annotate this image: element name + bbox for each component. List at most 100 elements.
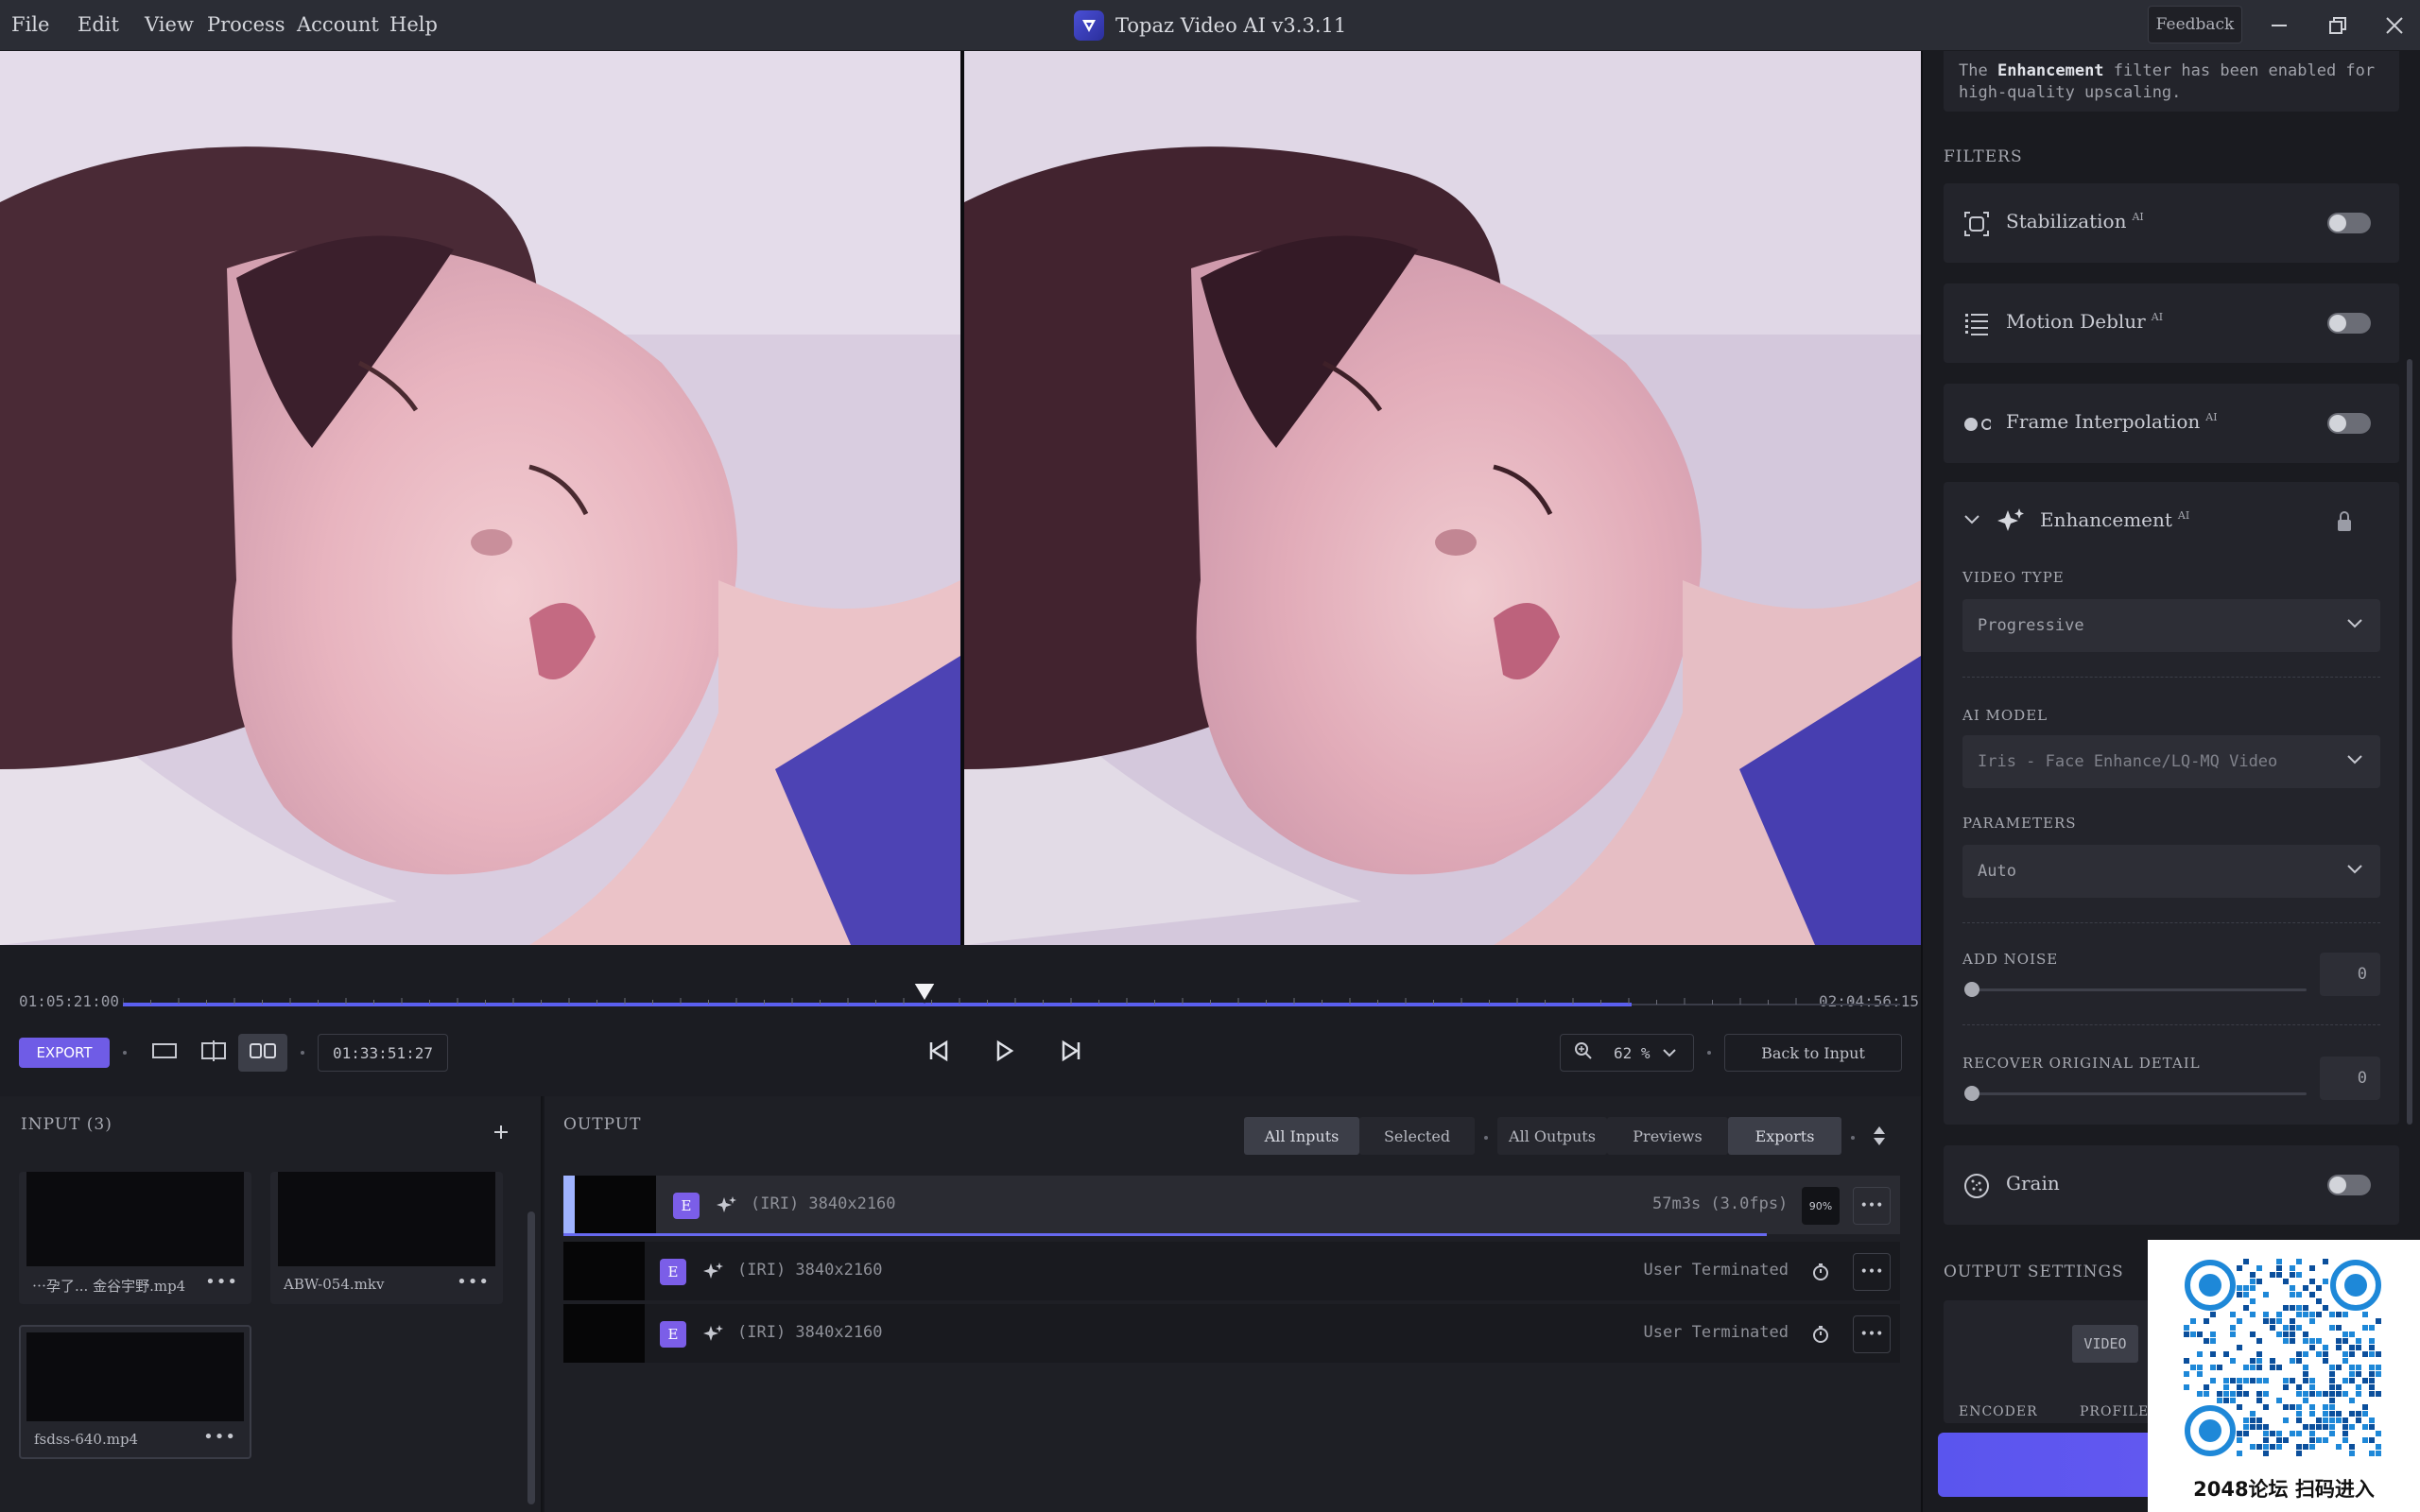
section-divider — [1962, 677, 2380, 678]
menu-file[interactable]: File — [11, 13, 49, 36]
menu-edit[interactable]: Edit — [78, 13, 119, 36]
qr-module — [2323, 1358, 2328, 1364]
separator-dot — [301, 1051, 304, 1055]
lock-icon[interactable] — [2335, 510, 2354, 537]
single-view-button[interactable] — [140, 1034, 189, 1072]
current-timecode[interactable]: 01:33:51:27 — [318, 1034, 448, 1072]
filter-selected[interactable]: Selected — [1359, 1117, 1475, 1155]
video-tab[interactable]: VIDEO — [2072, 1325, 2138, 1363]
ai-badge: AI — [2151, 311, 2164, 324]
chevron-down-icon[interactable] — [1962, 512, 1981, 531]
filter-exports[interactable]: Exports — [1728, 1117, 1841, 1155]
step-back-button[interactable] — [921, 1034, 959, 1072]
recover-detail-input[interactable]: 0 — [2320, 1057, 2380, 1100]
zoom-control[interactable]: 62 % — [1560, 1034, 1694, 1072]
input-item[interactable]: ⋯孕了... 金谷宇野.mp4 ••• — [19, 1172, 251, 1304]
add-noise-slider-knob[interactable] — [1964, 982, 1979, 997]
input-more-button[interactable]: ••• — [203, 1427, 236, 1447]
qr-module — [2336, 1338, 2342, 1344]
output-row[interactable]: E (IRI) 3840x2160 User Terminated ••• — [563, 1242, 1900, 1300]
input-item-selected[interactable]: fsdss-640.mp4 ••• — [19, 1325, 251, 1459]
step-forward-button[interactable] — [1051, 1034, 1089, 1072]
motion-deblur-toggle[interactable] — [2327, 313, 2371, 334]
qr-module — [2369, 1418, 2375, 1423]
filter-all-outputs[interactable]: All Outputs — [1497, 1117, 1607, 1155]
sidebar-scrollbar[interactable] — [2407, 359, 2412, 1125]
ai-model-value: Iris - Face Enhance/LQ-MQ Video — [1978, 752, 2278, 771]
filter-all-inputs[interactable]: All Inputs — [1244, 1117, 1359, 1155]
filter-previews[interactable]: Previews — [1607, 1117, 1728, 1155]
stabilization-toggle[interactable] — [2327, 213, 2371, 233]
output-row[interactable]: E (IRI) 3840x2160 57m3s (3.0fps) 90% ••• — [563, 1176, 1900, 1234]
minimize-icon[interactable] — [2263, 9, 2295, 42]
qr-module — [2204, 1384, 2209, 1390]
recover-detail-slider-knob[interactable] — [1964, 1086, 1979, 1101]
qr-module — [2303, 1444, 2308, 1450]
output-more-button[interactable]: ••• — [1853, 1253, 1891, 1291]
filter-stabilization[interactable]: Stabilization AI — [1944, 183, 2399, 263]
qr-module — [2276, 1265, 2282, 1271]
qr-module — [2263, 1437, 2269, 1443]
sort-icon[interactable] — [1872, 1125, 1887, 1151]
split-view-button[interactable] — [189, 1034, 238, 1072]
add-noise-input[interactable]: 0 — [2320, 953, 2380, 996]
close-icon[interactable] — [2378, 9, 2411, 42]
output-more-button[interactable]: ••• — [1853, 1315, 1891, 1353]
input-more-button[interactable]: ••• — [457, 1272, 490, 1292]
qr-module — [2256, 1351, 2262, 1357]
qr-module — [2349, 1345, 2355, 1350]
qr-module — [2197, 1371, 2203, 1377]
restore-icon[interactable] — [2322, 9, 2354, 42]
menu-view[interactable]: View — [145, 13, 194, 36]
feedback-button[interactable]: Feedback — [2148, 6, 2242, 43]
output-row[interactable]: E (IRI) 3840x2160 User Terminated ••• — [563, 1304, 1900, 1363]
ai-model-select[interactable]: Iris - Face Enhance/LQ-MQ Video — [1962, 735, 2380, 788]
add-input-icon[interactable] — [490, 1121, 512, 1143]
output-history-icon[interactable] — [1802, 1253, 1840, 1291]
frame-interpolation-toggle[interactable] — [2327, 413, 2371, 434]
qr-module — [2296, 1444, 2302, 1450]
side-by-side-view-button[interactable] — [238, 1034, 287, 1072]
parameters-select[interactable]: Auto — [1962, 845, 2380, 898]
input-scrollbar[interactable] — [527, 1211, 535, 1504]
play-icon — [992, 1039, 1016, 1067]
qr-module — [2296, 1305, 2302, 1311]
playhead-handle[interactable] — [911, 979, 938, 1005]
qr-module — [2329, 1391, 2335, 1397]
qr-module — [2256, 1358, 2262, 1364]
filter-label: Frame Interpolation AI — [2006, 410, 2218, 433]
menu-account[interactable]: Account — [297, 13, 379, 36]
preview-original[interactable] — [0, 51, 960, 945]
qr-module — [2309, 1378, 2315, 1383]
filter-motion-deblur[interactable]: Motion Deblur AI — [1944, 284, 2399, 363]
menu-help[interactable]: Help — [389, 13, 438, 36]
stabilization-icon — [1962, 210, 1991, 238]
qr-module — [2356, 1384, 2361, 1390]
input-item[interactable]: ABW-054.mkv ••• — [270, 1172, 503, 1304]
qr-module — [2342, 1351, 2348, 1357]
video-type-select[interactable]: Progressive — [1962, 599, 2380, 652]
filter-frame-interpolation[interactable]: Frame Interpolation AI — [1944, 384, 2399, 463]
enhancement-label: Enhancement AI — [2040, 508, 2189, 531]
filter-grain[interactable]: Grain — [1944, 1145, 2399, 1225]
recover-detail-slider[interactable] — [1966, 1092, 2307, 1095]
qr-module — [2309, 1411, 2315, 1417]
qr-module — [2296, 1451, 2302, 1456]
grain-toggle[interactable] — [2327, 1175, 2371, 1195]
sparkle-icon — [701, 1261, 724, 1287]
menu-process[interactable]: Process — [207, 13, 285, 36]
qr-module — [2296, 1431, 2302, 1436]
export-button[interactable]: EXPORT — [19, 1038, 110, 1068]
output-history-icon[interactable] — [1802, 1315, 1840, 1353]
qr-module — [2303, 1391, 2308, 1397]
output-more-button[interactable]: ••• — [1853, 1187, 1891, 1225]
play-button[interactable] — [985, 1034, 1023, 1072]
add-noise-slider[interactable] — [1966, 988, 2307, 991]
qr-module — [2290, 1318, 2295, 1324]
back-to-input-button[interactable]: Back to Input — [1724, 1034, 1902, 1072]
encoder-label: ENCODER — [1959, 1404, 2038, 1419]
recover-detail-label: RECOVER ORIGINAL DETAIL — [1962, 1055, 2201, 1072]
preview-enhanced[interactable] — [964, 51, 1921, 945]
qr-module — [2276, 1318, 2282, 1324]
input-more-button[interactable]: ••• — [205, 1272, 238, 1292]
